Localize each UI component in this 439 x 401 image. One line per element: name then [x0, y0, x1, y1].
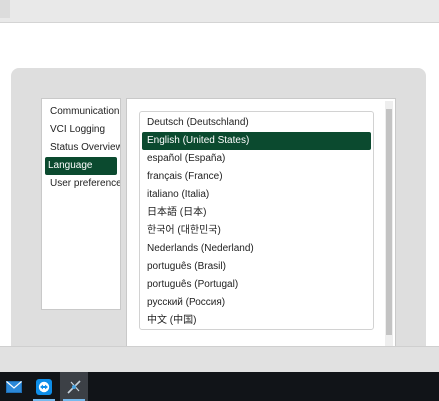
- sidebar-item-user-preferences[interactable]: User preferences: [45, 175, 120, 193]
- language-option-espanol[interactable]: español (España): [142, 150, 371, 168]
- settings-panel: Communication interfaces VCI Logging Sta…: [11, 68, 426, 358]
- vertical-scrollbar[interactable]: [385, 101, 393, 347]
- language-option-japanese[interactable]: 日本語 (日本): [142, 204, 371, 222]
- taskbar-mail-button[interactable]: [0, 372, 28, 401]
- language-option-deutsch[interactable]: Deutsch (Deutschland): [142, 114, 371, 132]
- scrollbar-thumb[interactable]: [386, 109, 392, 335]
- sidebar-item-communication-interfaces[interactable]: Communication interfaces: [45, 103, 120, 121]
- teamviewer-icon: [36, 378, 52, 395]
- language-option-italiano[interactable]: italiano (Italia): [142, 186, 371, 204]
- language-option-russian[interactable]: русский (Россия): [142, 294, 371, 312]
- language-option-nederlands[interactable]: Nederlands (Nederland): [142, 240, 371, 258]
- language-option-portugues-portugal[interactable]: português (Portugal): [142, 276, 371, 294]
- language-option-portugues-brasil[interactable]: português (Brasil): [142, 258, 371, 276]
- language-option-francais[interactable]: français (France): [142, 168, 371, 186]
- window-bottom-bar: [0, 346, 439, 373]
- language-list[interactable]: Deutsch (Deutschland) English (United St…: [139, 111, 374, 330]
- language-settings-pane: Deutsch (Deutschland) English (United St…: [126, 98, 396, 350]
- settings-sidebar: Communication interfaces VCI Logging Sta…: [41, 98, 121, 310]
- window-top-bar: [0, 0, 439, 23]
- language-option-korean[interactable]: 한국어 (대한민국): [142, 222, 371, 240]
- taskbar-diagnostic-app-button[interactable]: [60, 372, 88, 401]
- top-bar-corner: [0, 0, 10, 18]
- mail-icon: [6, 380, 22, 393]
- taskbar-teamviewer-button[interactable]: [30, 372, 58, 401]
- sidebar-item-language[interactable]: Language: [45, 157, 117, 175]
- sidebar-item-vci-logging[interactable]: VCI Logging: [45, 121, 117, 139]
- language-option-chinese[interactable]: 中文 (中国): [142, 312, 371, 330]
- language-option-english[interactable]: English (United States): [142, 132, 371, 150]
- taskbar: [0, 372, 439, 401]
- sidebar-item-status-overview[interactable]: Status Overview: [45, 139, 120, 157]
- diagnostic-app-icon: [67, 379, 81, 394]
